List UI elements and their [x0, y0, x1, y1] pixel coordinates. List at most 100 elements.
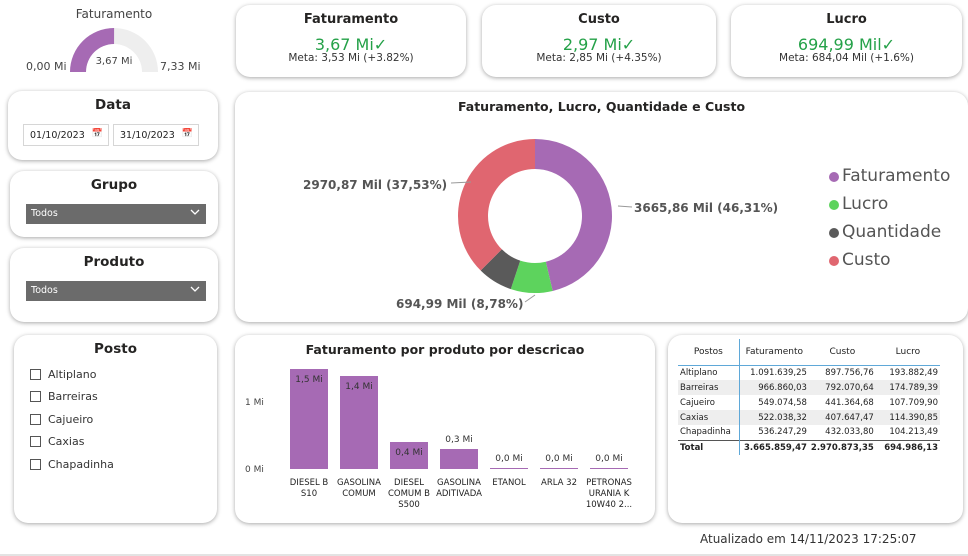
table-cell: 966.860,03: [739, 380, 809, 395]
x-category-line: S500: [398, 500, 420, 510]
slicer-title: Grupo: [90, 177, 138, 193]
kpi-card-custo: Custo 2,97 Mi✓ Meta: 2,85 Mi (+4.35%): [482, 5, 716, 77]
table-total-cell: 694.986,13: [875, 439, 940, 455]
legend-label: Quantidade: [842, 222, 942, 242]
table-cell: 897.756,76: [825, 367, 874, 378]
x-category-line: URANIA K: [588, 489, 630, 499]
slicer-title: Posto: [94, 341, 137, 357]
table-row[interactable]: Caxias 522.038,32 407.647,47 114.390,85: [678, 410, 940, 425]
bar-value-label: 0,3 Mi: [445, 435, 473, 445]
gauge-max-label: 7,33 Mi: [160, 60, 201, 73]
table-cell: 536.247,29: [758, 427, 807, 438]
checkbox[interactable]: [30, 436, 41, 447]
gauge-title: Faturamento: [75, 7, 153, 21]
kpi-card-lucro: Lucro 694,99 Mil✓ Meta: 684,04 Mil (+1.6…: [731, 5, 962, 77]
table-cell: Chapadinha: [678, 425, 740, 440]
bar-value-label: 0,0 Mi: [595, 453, 623, 464]
kpi-card-faturamento: Faturamento 3,67 Mi✓ Meta: 3,53 Mi (+3.8…: [236, 5, 466, 77]
chevron-down-icon: [190, 286, 200, 292]
grupo-slicer: Grupo Todos: [10, 171, 218, 237]
gauge-value-label: 3,67 Mi: [95, 56, 133, 67]
checkbox[interactable]: [30, 459, 41, 470]
table-header[interactable]: Faturamento: [739, 339, 809, 365]
table-cell: 174.789,39: [875, 380, 940, 395]
kpi-meta: Meta: 2,85 Mi (+4.35%): [536, 52, 662, 64]
start-date-input[interactable]: 01/10/2023 📅: [23, 124, 109, 146]
kpi-title: Faturamento: [303, 12, 399, 27]
legend-dot: [829, 228, 839, 238]
table-cell: 407.647,47: [808, 410, 876, 425]
donut-label-custo: 2970,87 Mil (37,53%): [303, 178, 448, 192]
table-cell: 441.364,68: [825, 397, 874, 408]
posto-slicer: Posto Altiplano Barreiras Cajueiro Caxia…: [14, 335, 217, 523]
grupo-selected: Todos: [31, 208, 58, 219]
donut-chart-card: Faturamento, Lucro, Quantidade e Custo 3…: [235, 92, 968, 322]
produto-selected: Todos: [31, 285, 58, 296]
y-tick-label: 0 Mi: [245, 465, 264, 475]
kpi-title: Custo: [578, 12, 620, 27]
checkbox[interactable]: [30, 369, 41, 380]
table-cell: 104.213,49: [889, 427, 938, 438]
bar[interactable]: [540, 467, 578, 469]
kpi-meta: Meta: 684,04 Mil (+1.6%): [779, 52, 914, 64]
donut-label-lucro: 694,99 Mil (8,78%): [396, 297, 524, 311]
bar-value-label: 0,4 Mi: [395, 448, 423, 459]
x-category-label: PETRONAS URANIA K 10W40 2...: [580, 478, 638, 511]
table-cell: Altiplano: [678, 365, 740, 380]
table-total-cell: 2.970.873,35: [808, 439, 876, 455]
chevron-down-icon: [190, 209, 200, 215]
y-tick-label: 1 Mi: [245, 398, 264, 408]
grupo-dropdown[interactable]: Todos: [26, 204, 206, 224]
table-cell: 432.033,80: [825, 427, 874, 438]
checkbox[interactable]: [30, 391, 41, 402]
table-header[interactable]: Custo: [809, 339, 876, 365]
table-cell: 193.882,49: [889, 367, 938, 378]
bar[interactable]: [490, 467, 528, 469]
posto-label: Chapadinha: [48, 458, 114, 471]
posto-label: Barreiras: [48, 390, 98, 403]
table-row[interactable]: Cajueiro 549.074,58 441.364,68 107.709,9…: [678, 395, 940, 410]
bar-chart-title: Faturamento por produto por descricao: [305, 342, 585, 357]
table-cell: Barreiras: [678, 380, 740, 395]
bar[interactable]: [590, 467, 628, 469]
table-row[interactable]: Chapadinha 536.247,29 432.033,80 104.213…: [678, 425, 940, 440]
table-row[interactable]: Barreiras 966.860,03 792.070,64 174.789,…: [678, 380, 940, 395]
table-row[interactable]: Altiplano 1.091.639,25 897.756,76 193.88…: [678, 365, 940, 380]
table-total-cell: Total: [678, 439, 740, 455]
start-date-value: 01/10/2023: [30, 130, 85, 141]
slicer-title: Produto: [83, 254, 145, 270]
gauge-faturamento: Faturamento 0,00 Mi 3,67 Mi 7,33 Mi: [14, 2, 214, 82]
table-cell: 1.091.639,25: [750, 367, 807, 378]
table-cell: 107.709,90: [889, 397, 938, 408]
bar[interactable]: [440, 449, 478, 469]
posto-label: Caxias: [48, 435, 85, 448]
table-cell: 792.070,64: [808, 380, 876, 395]
bar-chart-card: Faturamento por produto por descricao 1 …: [235, 335, 655, 523]
postos-table: Postos Faturamento Custo Lucro Altiplano…: [678, 339, 940, 455]
donut-slice-custo[interactable]: [458, 139, 535, 271]
last-updated-text: Atualizado em 14/11/2023 17:25:07: [700, 532, 917, 546]
produto-slicer: Produto Todos: [10, 248, 218, 322]
table-total-cell: 3.665.859,47: [739, 439, 809, 455]
posto-label: Altiplano: [48, 368, 97, 381]
end-date-value: 31/10/2023: [120, 130, 175, 141]
legend-dot: [829, 256, 839, 266]
x-category-line: 10W40 2...: [585, 500, 633, 510]
legend-label: Lucro: [842, 194, 889, 214]
legend-dot: [829, 172, 839, 182]
x-category-line: ADITIVADA: [436, 489, 482, 499]
data-slicer: Data 01/10/2023 📅 31/10/2023 📅: [8, 91, 218, 160]
checkbox[interactable]: [30, 414, 41, 425]
table-header[interactable]: Postos: [678, 339, 740, 365]
leader-line-faturamento: [617, 205, 633, 208]
donut-label-faturamento: 3665,86 Mil (46,31%): [634, 201, 779, 215]
gauge-min-label: 0,00 Mi: [26, 60, 67, 73]
table-header[interactable]: Lucro: [876, 339, 940, 365]
calendar-icon[interactable]: 📅: [92, 129, 103, 139]
slicer-title: Data: [95, 97, 131, 113]
calendar-icon[interactable]: 📅: [182, 129, 193, 139]
end-date-input[interactable]: 31/10/2023 📅: [113, 124, 199, 146]
kpi-title: Lucro: [826, 12, 867, 27]
table-total-row: Total 3.665.859,47 2.970.873,35 694.986,…: [678, 439, 940, 455]
produto-dropdown[interactable]: Todos: [26, 281, 206, 301]
